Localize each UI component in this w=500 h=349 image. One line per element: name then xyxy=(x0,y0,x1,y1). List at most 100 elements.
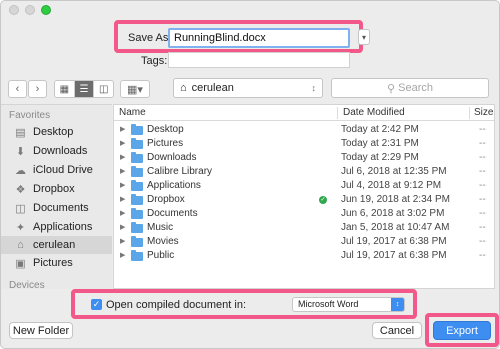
file-name: Dropbox xyxy=(147,194,185,205)
sidebar-item-desktop[interactable]: ▤ Desktop xyxy=(1,123,112,141)
icon-view-icon[interactable]: ▦ xyxy=(55,81,75,97)
file-date: Jul 4, 2018 at 9:12 PM xyxy=(341,180,442,191)
save-dialog: Save As: ▾ Tags: ‹ › ▦ ☰ ◫ ▦▾ ⌂ cerulean… xyxy=(0,0,500,349)
export-button[interactable]: Export xyxy=(433,321,491,340)
back-button[interactable]: ‹ xyxy=(8,80,27,98)
file-date: Jul 6, 2018 at 12:35 PM xyxy=(341,166,447,177)
sidebar-item-icloud-drive[interactable]: ☁ iCloud Drive xyxy=(1,161,112,179)
location-popup[interactable]: ⌂ cerulean ↕ xyxy=(173,78,323,98)
disclosure-triangle-icon[interactable]: ▶ xyxy=(120,223,125,231)
column-date-modified[interactable]: Date Modified xyxy=(343,107,405,118)
file-date: Jul 19, 2017 at 6:38 PM xyxy=(341,250,447,261)
sidebar-item-label: Applications xyxy=(33,221,93,233)
file-name: Movies xyxy=(147,236,179,247)
file-list-header: Name Date Modified Size xyxy=(114,105,494,121)
chevron-left-icon: ‹ xyxy=(15,83,20,95)
folder-icon xyxy=(131,194,143,205)
table-row[interactable]: ▶ Downloads Today at 2:29 PM -- xyxy=(114,152,494,165)
chevron-right-icon: › xyxy=(35,83,40,95)
folder-icon xyxy=(131,138,143,149)
disclosure-triangle-icon[interactable]: ▶ xyxy=(120,167,125,175)
folder-icon xyxy=(131,208,143,219)
table-row[interactable]: ▶ Public Jul 19, 2017 at 6:38 PM -- xyxy=(114,250,494,263)
sidebar-item-dropbox[interactable]: ❖ Dropbox xyxy=(1,180,112,198)
table-row[interactable]: ▶ Calibre Library Jul 6, 2018 at 12:35 P… xyxy=(114,166,494,179)
file-name: Downloads xyxy=(147,152,197,163)
tags-input[interactable] xyxy=(168,52,350,68)
sidebar-item-label: Dropbox xyxy=(33,183,75,195)
file-size: -- xyxy=(479,194,486,205)
file-name: Desktop xyxy=(147,124,184,135)
table-row[interactable]: ▶ Documents Jun 6, 2018 at 3:02 PM -- xyxy=(114,208,494,221)
app-select[interactable]: Microsoft Word ↕ xyxy=(292,297,405,312)
table-row[interactable]: ▶ Dropbox ✓ Jun 19, 2018 at 2:34 PM -- xyxy=(114,194,494,207)
folder-icon xyxy=(131,236,143,247)
close-window-icon[interactable] xyxy=(9,5,19,15)
table-row[interactable]: ▶ Movies Jul 19, 2017 at 6:38 PM -- xyxy=(114,236,494,249)
disclosure-triangle-icon[interactable]: ▶ xyxy=(120,139,125,147)
disclosure-triangle-icon[interactable]: ▶ xyxy=(120,209,125,217)
table-row[interactable]: ▶ Music Jan 5, 2018 at 10:47 AM -- xyxy=(114,222,494,235)
sidebar-item-label: Documents xyxy=(33,202,89,214)
sidebar-item-label: Desktop xyxy=(33,126,74,138)
file-size: -- xyxy=(479,222,486,233)
updown-icon: ↕ xyxy=(311,83,317,93)
file-name: Applications xyxy=(147,180,201,191)
open-compiled-checkbox[interactable]: ✓ xyxy=(91,299,102,310)
documents-icon: ◫ xyxy=(15,202,26,215)
sidebar-item-documents[interactable]: ◫ Documents xyxy=(1,199,112,217)
column-view-icon[interactable]: ◫ xyxy=(94,81,113,97)
sidebar-item-applications[interactable]: ✦ Applications xyxy=(1,218,112,236)
expand-dialog-button[interactable]: ▾ xyxy=(358,29,370,45)
file-name: Music xyxy=(147,222,174,233)
sidebar-item-pictures[interactable]: ▣ Pictures xyxy=(1,254,112,272)
forward-button[interactable]: › xyxy=(28,80,47,98)
desktop-icon: ▤ xyxy=(15,126,26,139)
minimize-window-icon[interactable] xyxy=(25,5,35,15)
pictures-icon: ▣ xyxy=(15,257,26,270)
disclosure-triangle-icon[interactable]: ▶ xyxy=(120,251,125,259)
applications-icon: ✦ xyxy=(15,221,26,234)
file-size: -- xyxy=(479,124,486,135)
sync-check-icon: ✓ xyxy=(319,196,327,204)
sidebar-item-label: cerulean xyxy=(33,239,76,251)
disclosure-triangle-icon[interactable]: ▶ xyxy=(120,195,125,203)
app-select-value: Microsoft Word xyxy=(298,299,359,309)
file-name: Pictures xyxy=(147,138,184,149)
folder-icon xyxy=(131,166,143,177)
view-mode-toggle: ▦ ☰ ◫ xyxy=(54,80,114,98)
save-as-input[interactable] xyxy=(168,28,350,48)
cloud-icon: ☁ xyxy=(15,164,26,177)
disclosure-triangle-icon[interactable]: ▶ xyxy=(120,153,125,161)
table-row[interactable]: ▶ Applications Jul 4, 2018 at 9:12 PM -- xyxy=(114,180,494,193)
column-divider xyxy=(469,107,470,119)
file-size: -- xyxy=(479,250,486,261)
file-date: Jun 6, 2018 at 3:02 PM xyxy=(341,208,445,219)
file-size: -- xyxy=(479,166,486,177)
sidebar-item-cerulean[interactable]: ⌂ cerulean xyxy=(1,236,112,254)
disclosure-triangle-icon[interactable]: ▶ xyxy=(120,181,125,189)
sidebar: Favorites ▤ Desktop ⬇ Downloads ☁ iCloud… xyxy=(1,104,112,291)
home-icon: ⌂ xyxy=(180,82,187,94)
file-date: Jun 19, 2018 at 2:34 PM xyxy=(341,194,450,205)
search-field[interactable]: ⚲ Search xyxy=(331,78,489,98)
table-row[interactable]: ▶ Pictures Today at 2:31 PM -- xyxy=(114,138,494,151)
save-as-label: Save As: xyxy=(128,32,172,44)
zoom-window-icon[interactable] xyxy=(41,5,51,15)
file-list: Name Date Modified Size ▶ Desktop Today … xyxy=(113,104,495,289)
open-compiled-label: Open compiled document in: xyxy=(106,299,247,311)
disclosure-triangle-icon[interactable]: ▶ xyxy=(120,125,125,133)
column-name[interactable]: Name xyxy=(119,107,146,118)
table-row[interactable]: ▶ Desktop Today at 2:42 PM -- xyxy=(114,124,494,137)
column-size[interactable]: Size xyxy=(474,107,493,118)
disclosure-triangle-icon[interactable]: ▶ xyxy=(120,237,125,245)
list-view-icon[interactable]: ☰ xyxy=(74,81,95,97)
cancel-button[interactable]: Cancel xyxy=(372,322,422,339)
chevron-down-icon: ▾ xyxy=(361,32,366,42)
file-size: -- xyxy=(479,180,486,191)
sidebar-item-downloads[interactable]: ⬇ Downloads xyxy=(1,142,112,160)
file-date: Jan 5, 2018 at 10:47 AM xyxy=(341,222,450,233)
file-name: Calibre Library xyxy=(147,166,213,177)
arrange-button[interactable]: ▦▾ xyxy=(120,80,150,98)
new-folder-button[interactable]: New Folder xyxy=(9,322,73,339)
